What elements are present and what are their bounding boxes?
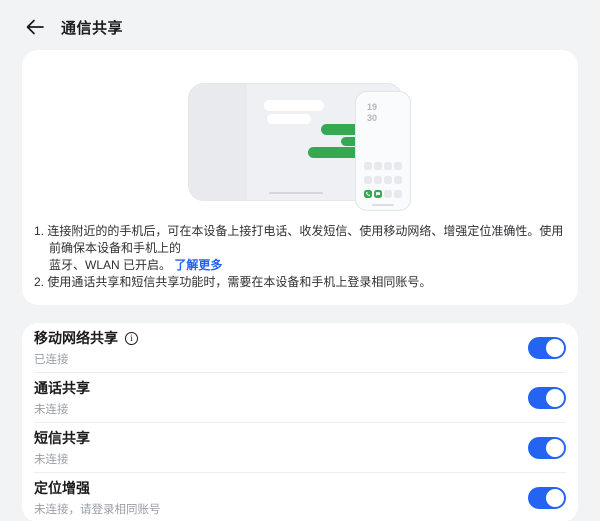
tablet-home-indicator [269,192,323,194]
setting-label: 通话共享 [34,378,90,398]
setting-row-call-sharing[interactable]: 通话共享 未连接 [22,373,578,422]
setting-status: 未连接 [34,401,528,417]
mobile-network-sharing-toggle[interactable] [528,337,566,359]
sms-sharing-toggle[interactable] [528,437,566,459]
call-sharing-toggle[interactable] [528,387,566,409]
devices-illustration: 19 30 [22,50,578,213]
header: 通信共享 [0,0,600,50]
back-button[interactable] [24,16,46,38]
phone-clock: 19 30 [367,102,377,124]
message-app-icon [374,190,382,198]
setting-row-location-enhancement[interactable]: 定位增强 未连接，请登录相同账号 [22,473,578,521]
phone-call-icon [364,190,372,198]
setting-label: 移动网络共享 [34,328,118,348]
app-icon-placeholder [364,162,372,170]
instruction-item-1: 1. 连接附近的的手机后，可在本设备上接打电话、收发短信、使用移动网络、增强定位… [34,223,566,274]
setting-status: 已连接 [34,351,528,367]
intro-card: 19 30 [22,50,578,305]
app-icon-placeholder [394,162,402,170]
app-icon-placeholder [384,176,392,184]
location-enhancement-toggle[interactable] [528,487,566,509]
tablet-sidebar-graphic [189,84,247,200]
app-icon-placeholder [384,190,392,198]
page-title: 通信共享 [61,17,123,38]
setting-row-sms-sharing[interactable]: 短信共享 未连接 [22,423,578,472]
learn-more-link[interactable]: 了解更多 [174,258,222,272]
phone-app-grid [364,162,402,198]
app-icon-placeholder [374,176,382,184]
setting-status: 未连接 [34,451,528,467]
app-icon-placeholder [394,176,402,184]
phone-home-indicator [372,204,394,206]
instruction-item-2: 2. 使用通话共享和短信共享功能时，需要在本设备和手机上登录相同账号。 [34,274,566,291]
message-bubble-graphic [267,114,311,124]
setting-status: 未连接，请登录相同账号 [34,501,528,517]
app-icon-placeholder [364,176,372,184]
app-icon-placeholder [394,190,402,198]
setting-row-mobile-network-sharing[interactable]: 移动网络共享 i 已连接 [22,323,578,372]
info-icon[interactable]: i [125,332,138,345]
app-icon-placeholder [384,162,392,170]
setting-label: 短信共享 [34,428,90,448]
setting-label: 定位增强 [34,478,90,498]
instructions: 1. 连接附近的的手机后，可在本设备上接打电话、收发短信、使用移动网络、增强定位… [22,213,578,305]
back-arrow-icon [26,19,44,35]
app-icon-placeholder [374,162,382,170]
message-bubble-graphic [264,100,324,111]
phone-graphic: 19 30 [355,91,411,211]
settings-card: 移动网络共享 i 已连接 通话共享 未连接 短信共享 未连接 定位 [22,323,578,521]
